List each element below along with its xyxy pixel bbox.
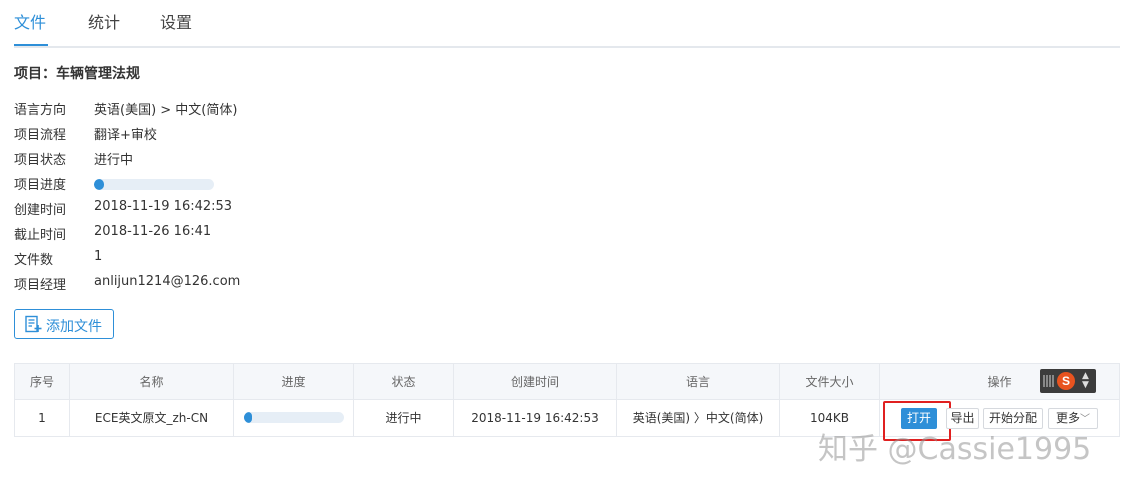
- tab-files[interactable]: 文件: [14, 9, 46, 33]
- grid-icon: [1043, 375, 1055, 387]
- row-progress-bar: [244, 412, 344, 423]
- info-value: 2018-11-26 16:41: [94, 224, 212, 239]
- active-tab-indicator: [14, 44, 48, 46]
- info-label: 文件数: [14, 253, 54, 268]
- header-size: 文件大小: [780, 364, 880, 399]
- info-label: 项目进度: [14, 178, 67, 193]
- tab-bar: 文件 统计 设置: [14, 0, 1120, 48]
- header-index: 序号: [15, 364, 70, 399]
- info-label: 项目流程: [14, 128, 67, 143]
- info-value: 进行中: [94, 153, 134, 168]
- add-file-label: 添加文件: [46, 319, 102, 335]
- header-name: 名称: [70, 364, 234, 399]
- info-value: 英语(美国) > 中文(简体): [94, 103, 238, 118]
- project-title: 项目：车辆管理法规: [14, 66, 140, 82]
- tab-statistics[interactable]: 统计: [88, 9, 120, 33]
- row-language: 英语(美国) 〉中文(简体): [617, 400, 780, 436]
- more-label: 更多: [1055, 411, 1080, 425]
- project-progress-fill: [94, 179, 104, 190]
- table-header: 序号 名称 进度 状态 创建时间 语言 文件大小 操作 S ▲ ▼: [15, 364, 1119, 400]
- row-name[interactable]: ECE英文原文_zh-CN: [70, 400, 234, 436]
- info-value: 翻译+审校: [94, 128, 157, 143]
- info-value: 2018-11-19 16:42:53: [94, 199, 233, 214]
- info-label: 创建时间: [14, 203, 67, 218]
- info-value: 1: [94, 249, 103, 264]
- add-file-button[interactable]: 添加文件: [14, 309, 114, 339]
- row-progress-cell: [234, 400, 354, 436]
- info-label: 语言方向: [14, 103, 67, 118]
- row-index: 1: [15, 400, 70, 436]
- header-actions-label: 操作: [987, 375, 1012, 389]
- header-status: 状态: [354, 364, 454, 399]
- chevron-updown-icon: ▲ ▼: [1082, 371, 1089, 390]
- info-label: 截止时间: [14, 228, 67, 243]
- info-label: 项目状态: [14, 153, 67, 168]
- header-progress: 进度: [234, 364, 354, 399]
- sogou-logo-icon: S: [1057, 372, 1075, 390]
- tab-settings[interactable]: 设置: [160, 9, 192, 33]
- header-language: 语言: [617, 364, 780, 399]
- row-progress-fill: [244, 412, 252, 423]
- add-file-icon: [25, 315, 42, 333]
- sogou-input-icon[interactable]: S ▲ ▼: [1040, 369, 1096, 393]
- info-value: anlijun1214@126.com: [94, 274, 241, 289]
- watermark: 知乎 @Cassie1995: [818, 432, 1092, 467]
- header-created: 创建时间: [454, 364, 617, 399]
- row-status: 进行中: [354, 400, 454, 436]
- row-created: 2018-11-19 16:42:53: [454, 400, 617, 436]
- info-label: 项目经理: [14, 278, 67, 293]
- project-progress-bar: [94, 179, 214, 190]
- header-actions: 操作 S ▲ ▼: [880, 364, 1119, 399]
